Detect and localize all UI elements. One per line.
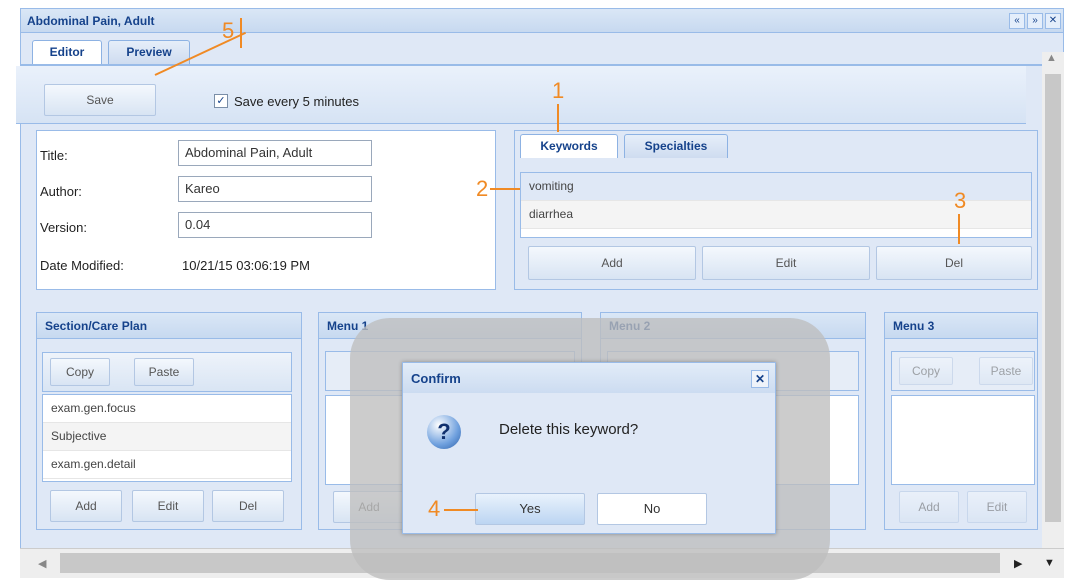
section-list: exam.gen.focus Subjective exam.gen.detai… bbox=[42, 394, 292, 482]
yes-button[interactable]: Yes bbox=[475, 493, 585, 525]
title-field[interactable]: Abdominal Pain, Adult bbox=[178, 140, 372, 166]
question-icon: ? bbox=[427, 415, 461, 449]
annotation-2: 2 bbox=[476, 176, 489, 201]
annotation-1-line bbox=[557, 104, 559, 132]
delete-keyword-button[interactable]: Del bbox=[876, 246, 1032, 280]
scroll-right-icon[interactable]: ▶ bbox=[1014, 557, 1022, 570]
annotation-1: 1 bbox=[552, 78, 565, 103]
vertical-scroll-thumb[interactable] bbox=[1045, 74, 1061, 522]
copy-button[interactable]: Copy bbox=[50, 358, 110, 386]
menu-3-copy-button[interactable]: Copy bbox=[899, 357, 953, 385]
annotation-4: 4 bbox=[428, 496, 441, 521]
autosave-checkbox[interactable]: ✓ bbox=[214, 94, 228, 108]
annotation-4-line bbox=[444, 509, 478, 511]
version-field[interactable]: 0.04 bbox=[178, 212, 372, 238]
menu-3-title: Menu 3 bbox=[885, 313, 1037, 339]
annotation-3: 3 bbox=[954, 188, 967, 213]
collapse-left-icon[interactable]: « bbox=[1009, 13, 1025, 29]
vertical-scrollbar[interactable]: ▲ bbox=[1042, 52, 1064, 552]
scroll-down-icon[interactable]: ▼ bbox=[1044, 557, 1055, 569]
menu-3-list bbox=[891, 395, 1035, 485]
menu-3-paste-button[interactable]: Paste bbox=[979, 357, 1033, 385]
window-titlebar: Abdominal Pain, Adult « » ✕ bbox=[21, 9, 1063, 33]
annotation-2-line bbox=[490, 188, 520, 190]
version-label: Version: bbox=[40, 220, 87, 235]
autosave-label: Save every 5 minutes bbox=[234, 94, 360, 109]
author-field[interactable]: Kareo bbox=[178, 176, 372, 202]
menu-3-add-button[interactable]: Add bbox=[899, 491, 959, 523]
scroll-up-icon[interactable]: ▲ bbox=[1046, 52, 1057, 64]
annotation-3-line bbox=[958, 214, 960, 244]
list-item[interactable]: Subjective bbox=[43, 423, 291, 451]
paste-button[interactable]: Paste bbox=[134, 358, 194, 386]
window-title: Abdominal Pain, Adult bbox=[27, 14, 155, 28]
tab-keywords[interactable]: Keywords bbox=[520, 134, 618, 158]
save-button[interactable]: Save bbox=[44, 84, 156, 116]
close-window-icon[interactable]: ✕ bbox=[1045, 13, 1061, 29]
add-keyword-button[interactable]: Add bbox=[528, 246, 696, 280]
date-modified-value: 10/21/15 03:06:19 PM bbox=[182, 258, 310, 273]
no-button[interactable]: No bbox=[597, 493, 707, 525]
author-label: Author: bbox=[40, 184, 82, 199]
collapse-right-icon[interactable]: » bbox=[1027, 13, 1043, 29]
dialog-title: Confirm bbox=[403, 363, 775, 393]
dialog-message: Delete this keyword? bbox=[499, 421, 639, 438]
menu-3-panel: Menu 3 Copy Paste Add Edit bbox=[884, 312, 1038, 530]
list-item[interactable]: exam.gen.detail bbox=[43, 451, 291, 479]
title-label: Title: bbox=[40, 148, 68, 163]
tab-specialties[interactable]: Specialties bbox=[624, 134, 728, 158]
delete-section-button[interactable]: Del bbox=[212, 490, 284, 522]
add-section-button[interactable]: Add bbox=[50, 490, 122, 522]
date-modified-label: Date Modified: bbox=[40, 258, 124, 273]
scroll-left-icon[interactable]: ◀ bbox=[38, 557, 46, 570]
tab-editor[interactable]: Editor bbox=[32, 40, 102, 64]
edit-section-button[interactable]: Edit bbox=[132, 490, 204, 522]
section-panel-title: Section/Care Plan bbox=[37, 313, 301, 339]
edit-keyword-button[interactable]: Edit bbox=[702, 246, 870, 280]
menu-3-edit-button[interactable]: Edit bbox=[967, 491, 1027, 523]
editor-toolbar bbox=[16, 66, 1026, 124]
tab-preview[interactable]: Preview bbox=[108, 40, 190, 64]
close-dialog-icon[interactable]: ✕ bbox=[751, 370, 769, 388]
list-item[interactable]: exam.gen.focus bbox=[43, 395, 291, 423]
